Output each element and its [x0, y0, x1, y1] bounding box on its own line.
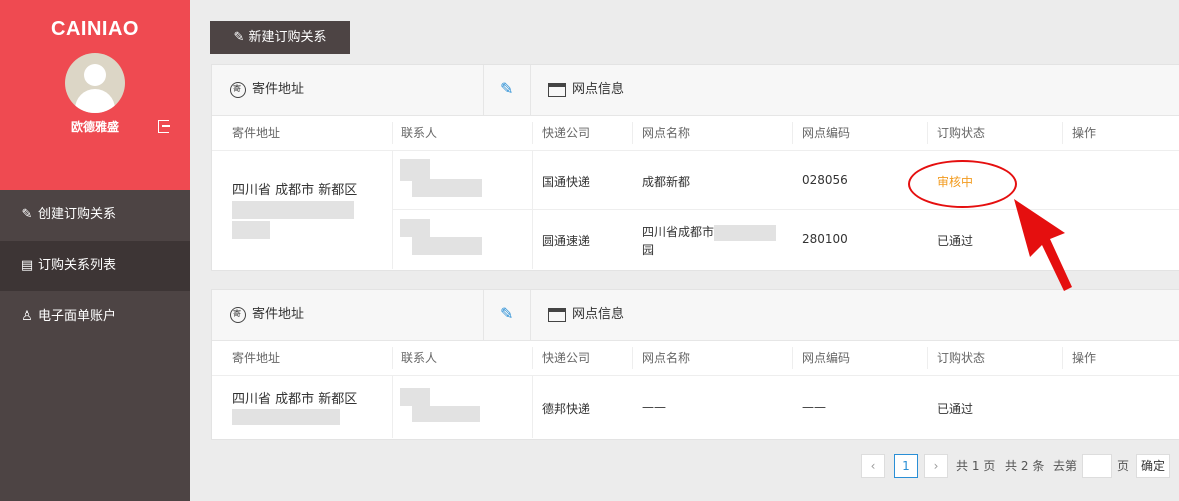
nav-item-account[interactable]: ♙ 电子面单账户: [0, 292, 190, 342]
edit-icon[interactable]: ✎: [500, 306, 516, 322]
brand-panel: CAINIAO 欧德雅盛: [0, 0, 190, 190]
redacted-contact: [412, 237, 482, 255]
col-header: 联系人: [401, 126, 438, 140]
edit-icon: ✎: [233, 30, 245, 45]
col-header: 快递公司: [542, 126, 591, 140]
col-header: 寄件地址: [232, 126, 281, 140]
redacted-contact: [412, 179, 482, 197]
branch-section-title: 网点信息: [548, 65, 624, 115]
sender-address: 四川省 成都市 新都区: [232, 392, 358, 407]
col-header: 联系人: [401, 351, 438, 365]
col-header: 网点编码: [802, 351, 851, 365]
table-header: 寄件地址 联系人 快递公司 网点名称 网点编码 订购状态 操作: [212, 116, 1179, 151]
col-header: 快递公司: [542, 351, 591, 365]
col-header: 寄件地址: [232, 351, 281, 365]
page-1-button[interactable]: 1: [894, 454, 918, 478]
status-badge: 已通过: [937, 234, 974, 248]
status-badge: 已通过: [937, 402, 974, 416]
branch-section-title: 网点信息: [548, 290, 624, 340]
store-icon: [548, 82, 566, 97]
sidebar: CAINIAO 欧德雅盛 ✎ 创建订购关系 ▤ 订购关系列表 ♙ 电子面单账户: [0, 0, 190, 501]
redacted-detail: [232, 409, 340, 425]
branch-name: 成都新都: [642, 175, 691, 189]
sender-address: 四川省 成都市 新都区: [232, 183, 358, 198]
sender-section-title: 寄件地址: [230, 65, 304, 115]
redacted-contact: [400, 159, 430, 181]
branch-code: 280100: [802, 232, 848, 246]
branch-name-line2: 园: [642, 243, 655, 257]
card-header: 寄件地址 ✎ 网点信息: [212, 65, 1179, 116]
new-button-label: 新建订购关系: [248, 30, 327, 45]
branch-name: 四川省成都市: [642, 223, 777, 241]
col-header: 订购状态: [937, 126, 986, 140]
card-header: 寄件地址 ✎ 网点信息: [212, 290, 1179, 341]
location-pin-icon: [230, 81, 246, 98]
next-page-button[interactable]: ›: [924, 454, 948, 478]
list-icon: ▤: [20, 258, 34, 273]
goto-suffix: 页: [1117, 459, 1130, 473]
location-pin-icon: [230, 306, 246, 323]
total-items: 共 2 条: [1005, 459, 1045, 473]
sender-section-title: 寄件地址: [230, 290, 304, 340]
total-pages: 共 1 页: [956, 459, 996, 473]
nav-label: 电子面单账户: [38, 309, 117, 324]
col-header: 网点编码: [802, 126, 851, 140]
col-header: 操作: [1072, 126, 1097, 140]
col-header: 网点名称: [642, 126, 691, 140]
goto-label: 去第: [1053, 459, 1078, 473]
edit-icon[interactable]: ✎: [500, 81, 516, 97]
branch-name: ——: [642, 400, 666, 414]
store-icon: [548, 307, 566, 322]
redacted-contact: [400, 388, 430, 406]
nav-label: 订购关系列表: [38, 258, 117, 273]
redacted-detail: [232, 201, 354, 219]
prev-page-button[interactable]: ‹: [861, 454, 885, 478]
col-header: 网点名称: [642, 351, 691, 365]
subscription-card: 寄件地址 ✎ 网点信息 寄件地址 联系人 快递公司 网点名称 网点编码 订购状态…: [211, 289, 1179, 440]
branch-code: ——: [802, 400, 826, 414]
col-header: 订购状态: [937, 351, 986, 365]
table-body: 四川省 成都市 新都区 德邦快递 —— —— 已通过: [212, 376, 1179, 438]
table-header: 寄件地址 联系人 快递公司 网点名称 网点编码 订购状态 操作: [212, 341, 1179, 376]
confirm-button[interactable]: 确定: [1136, 454, 1170, 478]
logout-icon[interactable]: [158, 120, 170, 133]
nav-item-list[interactable]: ▤ 订购关系列表: [0, 241, 190, 291]
annotation-arrow-icon: [1014, 199, 1072, 291]
user-icon: ♙: [21, 309, 33, 324]
edit-icon: ✎: [21, 207, 33, 222]
nav-item-create[interactable]: ✎ 创建订购关系: [0, 190, 190, 240]
goto-page-input[interactable]: [1082, 454, 1112, 478]
branch-code: 028056: [802, 173, 848, 187]
avatar[interactable]: [65, 53, 125, 113]
username: 欧德雅盛: [70, 120, 119, 134]
logo: CAINIAO: [51, 18, 139, 40]
redacted-contact: [412, 406, 480, 422]
col-header: 操作: [1072, 351, 1097, 365]
new-subscription-button[interactable]: ✎ 新建订购关系: [210, 21, 350, 54]
redacted-contact: [400, 219, 430, 237]
courier-company: 国通快递: [542, 175, 591, 189]
annotation-circle: [908, 160, 1017, 208]
courier-company: 德邦快递: [542, 402, 591, 416]
redacted-detail: [232, 221, 270, 239]
courier-company: 圆通速递: [542, 234, 591, 248]
nav-label: 创建订购关系: [38, 207, 117, 222]
